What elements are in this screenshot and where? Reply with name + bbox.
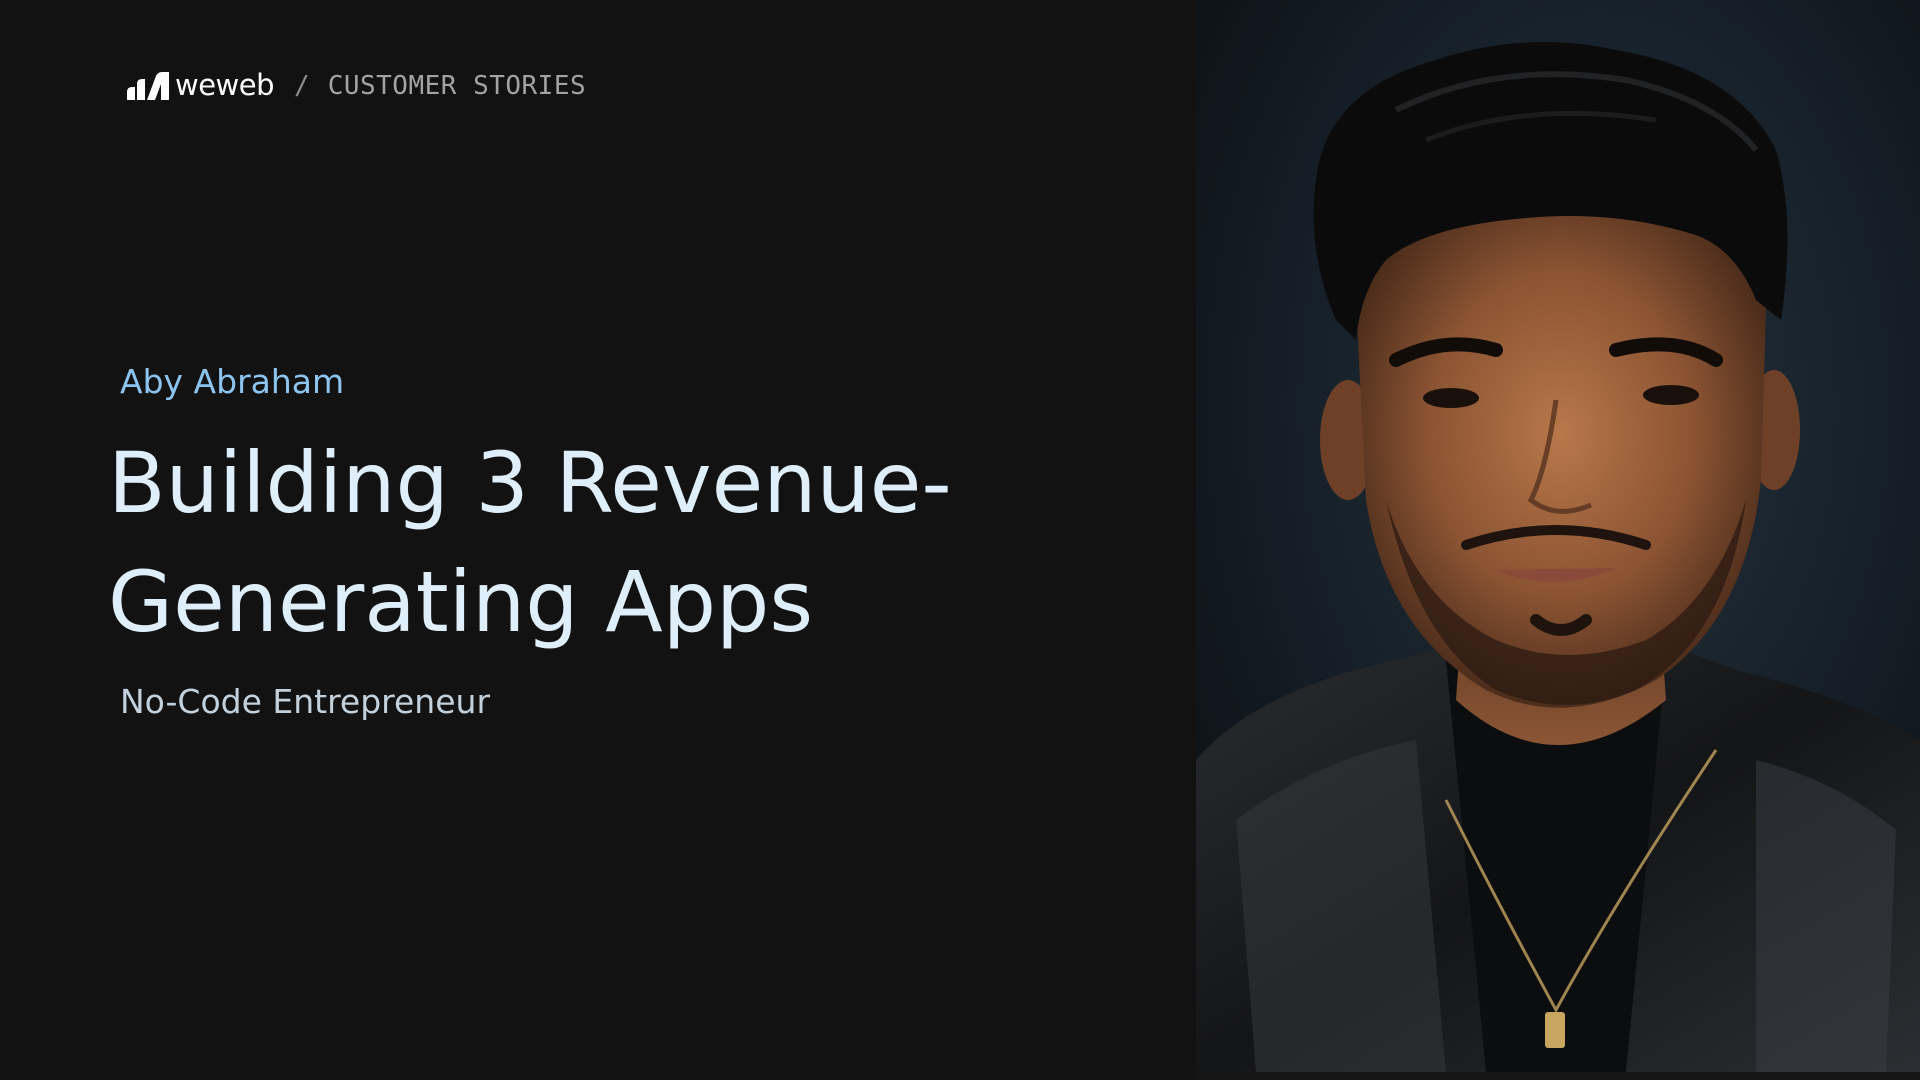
page-title: Building 3 Revenue-Generating Apps bbox=[108, 434, 952, 651]
photo-bottom-edge bbox=[1196, 1072, 1920, 1080]
weweb-logo[interactable]: weweb bbox=[125, 67, 275, 102]
person-name: Aby Abraham bbox=[120, 362, 345, 401]
breadcrumb-separator: / bbox=[294, 71, 310, 101]
person-role: No-Code Entrepreneur bbox=[120, 682, 491, 721]
breadcrumb-customer-stories-link[interactable]: CUSTOMER STORIES bbox=[328, 71, 586, 101]
weweb-wordmark: weweb bbox=[175, 67, 275, 102]
hero-text-panel: weweb / CUSTOMER STORIES Aby Abraham Bui… bbox=[0, 0, 1196, 1080]
portrait-illustration bbox=[1196, 0, 1920, 1072]
customer-story-hero: weweb / CUSTOMER STORIES Aby Abraham Bui… bbox=[0, 0, 1920, 1080]
weweb-logo-icon bbox=[127, 72, 169, 100]
portrait-photo bbox=[1196, 0, 1920, 1072]
top-bar: weweb / CUSTOMER STORIES bbox=[125, 66, 586, 106]
